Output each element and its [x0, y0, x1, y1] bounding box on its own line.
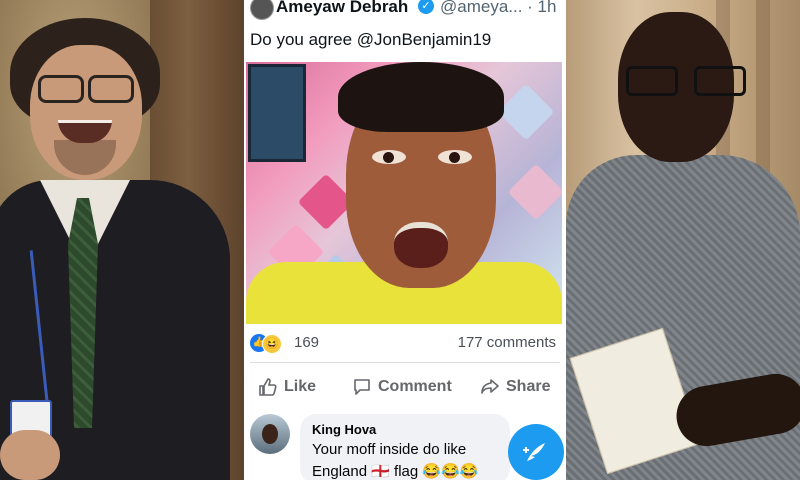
- comment-button[interactable]: Comment: [352, 372, 452, 402]
- share-arrow-icon: [480, 377, 500, 397]
- hand: [0, 430, 60, 480]
- left-eye: [372, 150, 406, 164]
- post-text: Do you agree @JonBenjamin19: [250, 30, 492, 49]
- comments-count-link[interactable]: 177 comments: [458, 334, 556, 351]
- comment-text-line-1: Your moff inside do like: [312, 441, 467, 458]
- share-button[interactable]: Share: [480, 372, 550, 402]
- wall-picture-frame: [248, 64, 306, 162]
- post-header: Ameyaw Debrah ✓ @ameya... · 1h: [244, 0, 566, 22]
- action-bar: Like Comment Share: [244, 372, 566, 402]
- commenter-avatar[interactable]: [250, 414, 290, 454]
- thumbs-up-icon: [258, 377, 278, 397]
- author-avatar[interactable]: [250, 0, 274, 20]
- reaction-count: 169: [294, 334, 320, 351]
- speech-bubble-icon: [352, 377, 372, 397]
- author-handle-time: @ameya... · 1h: [440, 0, 557, 16]
- wall-tile: [507, 163, 562, 221]
- comment-label: Comment: [378, 378, 452, 395]
- compose-feather-icon[interactable]: [508, 424, 564, 480]
- commenter-name[interactable]: King Hova: [312, 422, 498, 437]
- verified-badge-icon: ✓: [418, 0, 434, 14]
- share-label: Share: [506, 378, 551, 395]
- glasses: [38, 75, 134, 103]
- laughing-emoji-icon: 😆: [262, 334, 282, 354]
- comment-bubble: King Hova Your moff inside do like Engla…: [300, 414, 510, 480]
- left-photo: [0, 0, 244, 480]
- comment-text-line-2: England 🏴󠁧󠁢󠁥󠁮󠁧󠁿 flag 😂😂😂: [312, 463, 479, 480]
- right-eye: [438, 150, 472, 164]
- social-post-card: Ameyaw Debrah ✓ @ameya... · 1h Do you ag…: [244, 0, 566, 480]
- glasses: [626, 66, 746, 96]
- post-image[interactable]: [246, 62, 562, 324]
- author-name[interactable]: Ameyaw Debrah: [276, 0, 408, 17]
- man-hair: [338, 62, 504, 132]
- divider: [250, 362, 560, 363]
- wall-tile: [497, 83, 555, 141]
- gap-tooth-mouth: [394, 222, 448, 268]
- right-photo: [566, 0, 800, 480]
- like-button[interactable]: Like: [258, 372, 316, 402]
- like-label: Like: [284, 378, 317, 395]
